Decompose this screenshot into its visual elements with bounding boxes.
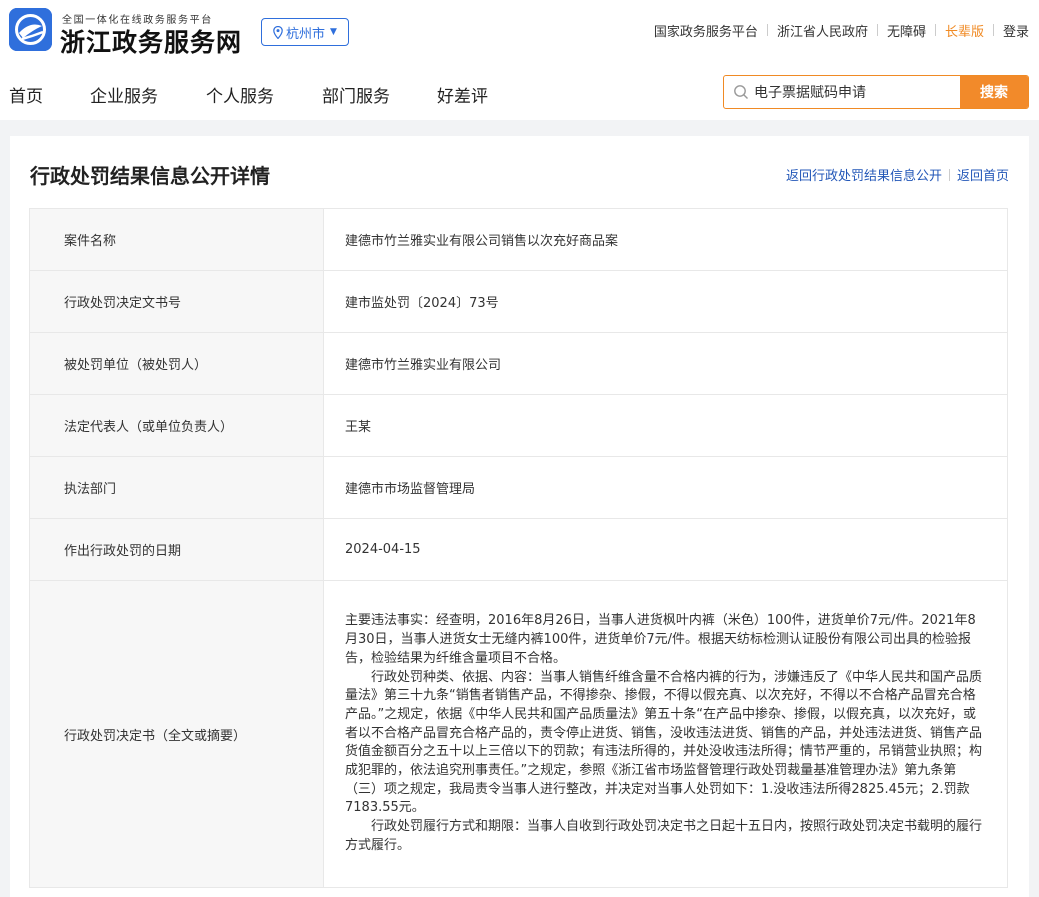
main-nav: 首页 企业服务 个人服务 部门服务 好差评 搜索 [0, 62, 1039, 120]
top-header: 全国一体化在线政务服务平台 浙江政务服务网 杭州市 ▼ 国家政务服务平台 浙江省… [0, 0, 1039, 62]
case-name-label: 案件名称 [29, 208, 324, 271]
table-row: 法定代表人（或单位负责人） 王某 [29, 394, 1008, 457]
enforcement-department-value: 建德市市场监督管理局 [323, 456, 1008, 519]
search-box: 搜索 [723, 75, 1029, 109]
brand-name[interactable]: 浙江政务服务网 [60, 23, 242, 59]
divider [766, 24, 768, 36]
nav-item-home[interactable]: 首页 [9, 82, 43, 107]
document-number-label: 行政处罚决定文书号 [29, 270, 324, 333]
nav-item-personal[interactable]: 个人服务 [206, 82, 274, 107]
nav-item-enterprise[interactable]: 企业服务 [90, 82, 158, 107]
search-button[interactable]: 搜索 [960, 76, 1028, 108]
back-to-list-link[interactable]: 返回行政处罚结果信息公开 [786, 165, 942, 184]
search-icon [734, 85, 748, 99]
divider [992, 24, 994, 36]
search-input[interactable] [754, 76, 959, 108]
document-number-value: 建市监处罚〔2024〕73号 [323, 270, 1008, 333]
penalized-party-label: 被处罚单位（被处罚人） [29, 332, 324, 395]
nav-item-department[interactable]: 部门服务 [322, 82, 390, 107]
table-row: 行政处罚决定文书号 建市监处罚〔2024〕73号 [29, 270, 1008, 333]
link-elder-version[interactable]: 长辈版 [945, 21, 984, 40]
page-title: 行政处罚结果信息公开详情 [30, 164, 270, 188]
content-card: 行政处罚结果信息公开详情 返回行政处罚结果信息公开 返回首页 案件名称 建德市竹… [10, 136, 1029, 897]
legal-representative-value: 王某 [323, 394, 1008, 457]
table-row: 执法部门 建德市市场监督管理局 [29, 456, 1008, 519]
table-row: 作出行政处罚的日期 2024-04-15 [29, 518, 1008, 581]
link-zhejiang-gov[interactable]: 浙江省人民政府 [777, 21, 868, 40]
penalized-party-value: 建德市竹兰雅实业有限公司 [323, 332, 1008, 395]
case-name-value: 建德市竹兰雅实业有限公司销售以次充好商品案 [323, 208, 1008, 271]
back-to-home-link[interactable]: 返回首页 [957, 165, 1009, 184]
table-row: 案件名称 建德市竹兰雅实业有限公司销售以次充好商品案 [29, 208, 1008, 271]
decision-paragraph-penalty: 行政处罚种类、依据、内容：当事人销售纤维含量不合格内裤的行为，涉嫌违反了《中华人… [345, 669, 983, 816]
link-national-platform[interactable]: 国家政务服务平台 [654, 21, 758, 40]
caret-down-icon: ▼ [330, 27, 337, 37]
legal-representative-label: 法定代表人（或单位负责人） [29, 394, 324, 457]
detail-table: 案件名称 建德市竹兰雅实业有限公司销售以次充好商品案 行政处罚决定文书号 建市监… [29, 208, 1008, 888]
location-pin-icon [273, 25, 283, 39]
table-row: 被处罚单位（被处罚人） 建德市竹兰雅实业有限公司 [29, 332, 1008, 395]
divider [934, 24, 936, 36]
city-selector[interactable]: 杭州市 ▼ [261, 18, 349, 46]
breadcrumb: 返回行政处罚结果信息公开 返回首页 [786, 165, 1009, 184]
city-label: 杭州市 [286, 26, 326, 42]
nav-item-rating[interactable]: 好差评 [437, 82, 488, 107]
enforcement-department-label: 执法部门 [29, 456, 324, 519]
decision-paragraph-fulfillment: 行政处罚履行方式和期限：当事人自收到行政处罚决定书之日起十五日内，按照行政处罚决… [345, 819, 983, 853]
decision-paragraph-facts: 主要违法事实：经查明，2016年8月26日，当事人进货枫叶内裤（米色）100件，… [345, 613, 976, 666]
site-logo-icon[interactable] [9, 8, 52, 51]
table-row: 行政处罚决定书（全文或摘要） 主要违法事实：经查明，2016年8月26日，当事人… [29, 580, 1008, 888]
top-links: 国家政务服务平台 浙江省人民政府 无障碍 长辈版 登录 [654, 21, 1029, 40]
penalty-date-value: 2024-04-15 [323, 518, 1008, 581]
divider [948, 168, 950, 181]
link-login[interactable]: 登录 [1003, 21, 1029, 40]
decision-label: 行政处罚决定书（全文或摘要） [29, 580, 324, 888]
penalty-date-label: 作出行政处罚的日期 [29, 518, 324, 581]
decision-content: 主要违法事实：经查明，2016年8月26日，当事人进货枫叶内裤（米色）100件，… [323, 580, 1008, 888]
link-accessibility[interactable]: 无障碍 [887, 21, 926, 40]
divider [876, 24, 878, 36]
